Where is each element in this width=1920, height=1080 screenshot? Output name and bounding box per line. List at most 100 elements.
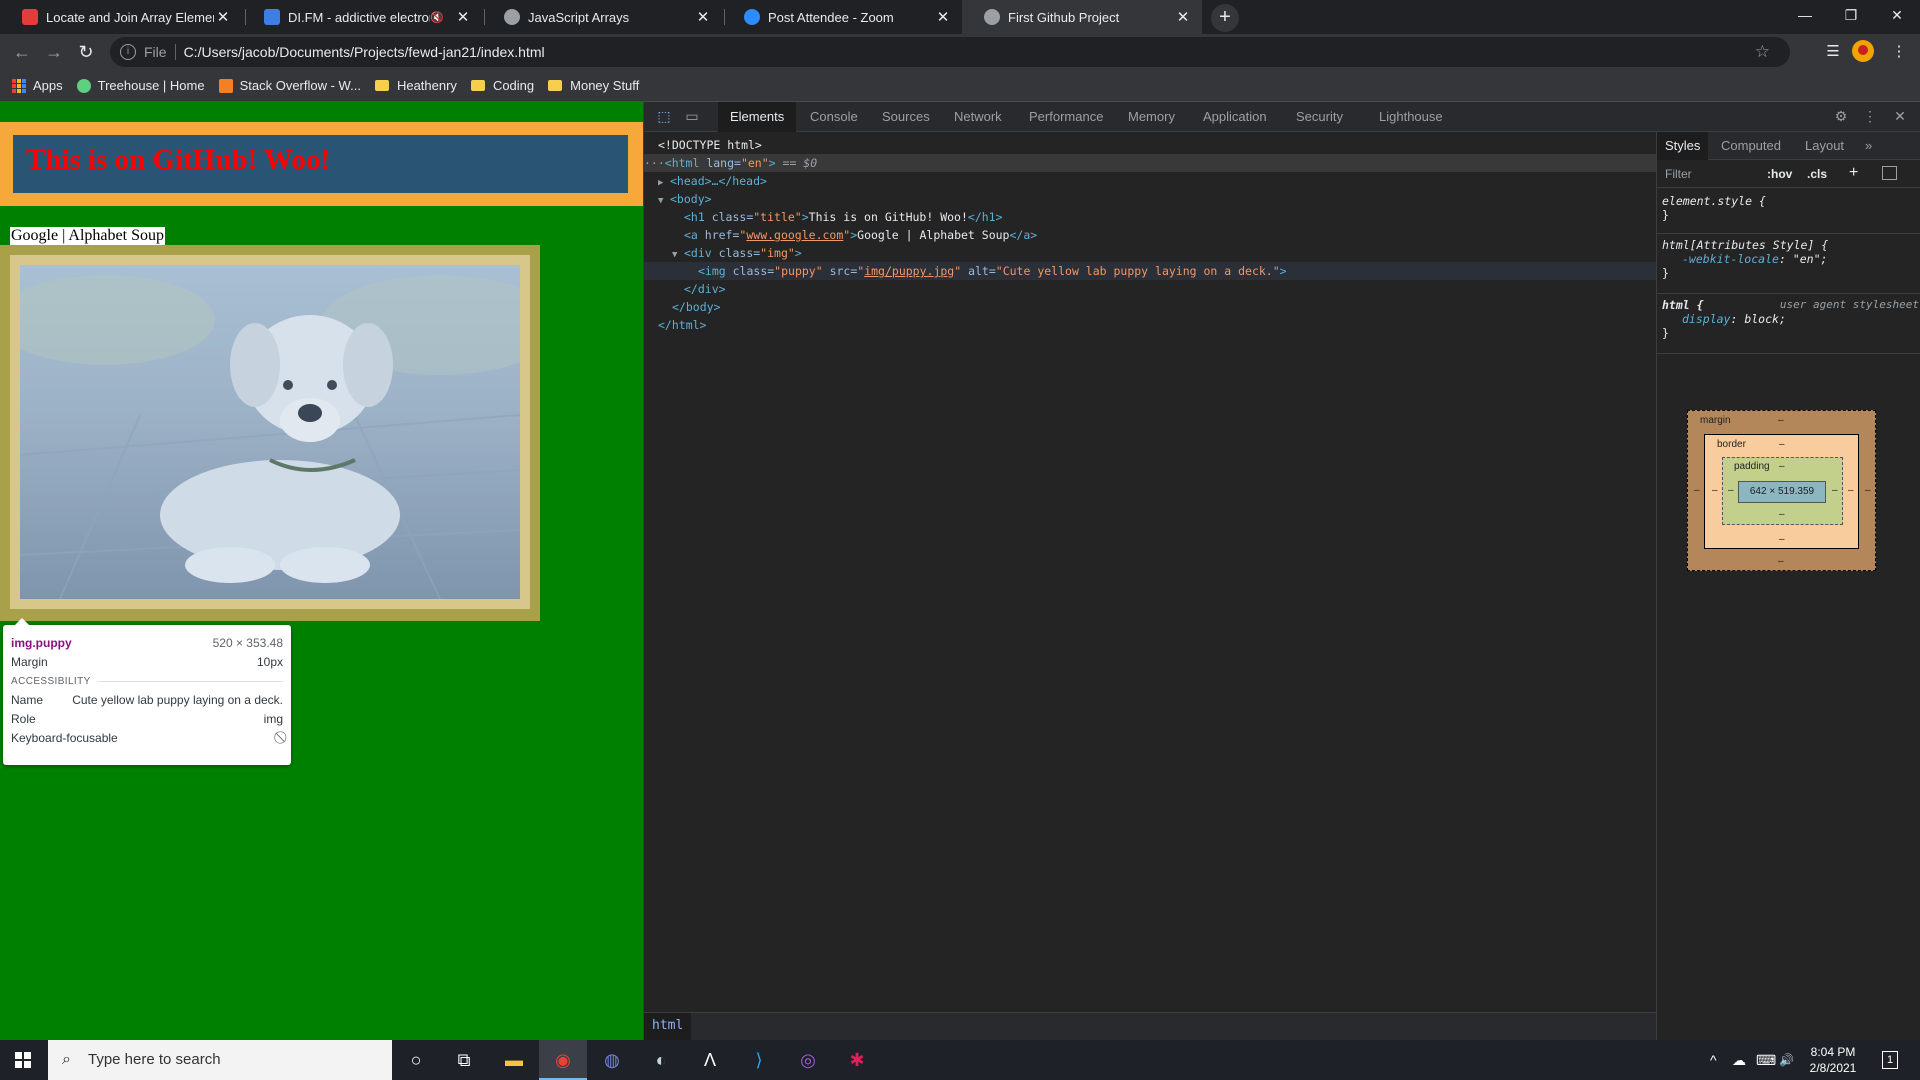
style-rule-element[interactable]: element.style { } [1657,190,1920,234]
cortana-icon[interactable]: ○ [392,1040,440,1080]
page-viewport: This is on GitHub! Woo! Google | Alphabe… [0,102,643,1040]
tab-styles[interactable]: Styles [1657,132,1709,160]
tab-close-icon[interactable]: ✕ [934,8,952,26]
tab-close-icon[interactable]: ✕ [694,8,712,26]
notifications-icon[interactable]: 1 [1882,1051,1899,1069]
app-a-icon[interactable]: Λ [686,1040,734,1080]
more-tabs-icon[interactable]: » [1865,132,1872,160]
tooltip-role-value: img [263,711,283,726]
profile-avatar[interactable] [1852,40,1874,62]
devtools-menu-icon[interactable]: ⋮ [1860,108,1880,126]
puppy-image[interactable] [20,265,520,599]
tab-elements[interactable]: Elements [718,102,797,132]
apps-grid-icon [12,78,26,93]
tab-difm[interactable]: DI.FM - addictive electronic 🔇 ✕ [242,0,482,34]
bookmark-apps[interactable]: Apps [12,78,63,93]
bookmarks-bar: Apps Treehouse | Home Stack Overflow - W… [0,70,1920,102]
tab-layout[interactable]: Layout [1805,132,1844,160]
network-icon[interactable]: ⌨ [1756,1040,1776,1080]
dom-node-div[interactable]: ▼ <div class="img"> [672,244,802,262]
dom-node-html-close[interactable]: </html> [658,316,706,334]
inspect-element-icon[interactable]: ⬚ [654,108,674,126]
tab-locate-join-array[interactable]: Locate and Join Array Elements | ✕ [0,0,242,34]
forward-button[interactable]: → [40,38,68,66]
bookmark-folder-money-stuff[interactable]: Money Stuff [548,78,639,93]
slack-icon[interactable]: ✱ [833,1040,881,1080]
tab-console[interactable]: Console [810,102,858,132]
dom-node-h1[interactable]: <h1 class="title">This is on GitHub! Woo… [684,208,1003,226]
dom-node-img[interactable]: <img class="puppy" src="img/puppy.jpg" a… [644,262,1656,280]
tab-sources[interactable]: Sources [882,102,930,132]
tab-application[interactable]: Application [1203,102,1267,132]
tab-performance[interactable]: Performance [1029,102,1103,132]
dom-node-body[interactable]: ▼ <body> [658,190,712,208]
close-devtools-icon[interactable]: ✕ [1890,108,1910,126]
tab-network[interactable]: Network [954,102,1002,132]
settings-gear-icon[interactable]: ⚙ [1831,108,1851,126]
tab-computed[interactable]: Computed [1721,132,1781,160]
rule-source: user agent stylesheet [1779,298,1919,311]
tab-memory[interactable]: Memory [1128,102,1175,132]
device-toolbar-icon[interactable]: ▭ [682,108,702,126]
task-view-icon[interactable]: ⧉ [440,1040,488,1080]
tab-security[interactable]: Security [1296,102,1343,132]
bookmark-stack-overflow[interactable]: Stack Overflow - W... [218,78,361,93]
bookmark-folder-coding[interactable]: Coding [470,78,534,93]
tooltip-margin-label: Margin [11,654,48,669]
file-explorer-icon[interactable]: ▬ [490,1040,538,1080]
chrome-icon[interactable]: ◉ [539,1040,587,1080]
hov-toggle[interactable]: :hov [1767,167,1792,181]
box-content-size[interactable]: 642 × 519.359 [1738,481,1826,503]
url-text[interactable]: C:/Users/jacob/Documents/Projects/fewd-j… [184,44,545,60]
style-rule-attributes[interactable]: html[Attributes Style] { -webkit-locale:… [1657,234,1920,294]
filter-input[interactable]: Filter [1665,167,1692,181]
cls-toggle[interactable]: .cls [1807,167,1827,181]
tab-javascript-arrays[interactable]: JavaScript Arrays ✕ [482,0,722,34]
minimize-button[interactable]: — [1782,0,1828,30]
google-link[interactable]: Google | Alphabet Soup [10,227,165,245]
toggle-sidebar-icon[interactable] [1882,166,1897,180]
tab-close-icon[interactable]: ✕ [1174,8,1192,26]
discord-icon[interactable]: ◍ [588,1040,636,1080]
devtools-panel: ⬚ ▭ Elements Console Sources Network Per… [643,102,1920,1041]
dom-node-a[interactable]: <a href="www.google.com">Google | Alphab… [684,226,1037,244]
purple-app-icon[interactable]: ◎ [784,1040,832,1080]
tab-first-github-project[interactable]: First Github Project ✕ [962,0,1202,34]
tab-zoom[interactable]: Post Attendee - Zoom ✕ [722,0,962,34]
taskbar-search-box[interactable]: ⌕ Type here to search [48,1040,392,1080]
start-button[interactable] [0,1040,48,1080]
globe-icon [984,9,1000,25]
tooltip-size: 520 × 353.48 [212,635,283,650]
reading-list-icon[interactable]: ☰ [1820,39,1846,65]
styles-pane: Styles Computed Layout » Filter :hov .cl… [1656,132,1920,1040]
restore-button[interactable]: ❐ [1828,0,1874,30]
address-bar[interactable]: i File C:/Users/jacob/Documents/Projects… [110,37,1790,67]
new-tab-button[interactable]: + [1211,4,1239,32]
steam-icon[interactable]: ◐ [637,1040,685,1080]
onedrive-cloud-icon[interactable]: ☁ [1732,1040,1746,1080]
new-rule-icon[interactable]: + [1849,164,1858,182]
back-button[interactable]: ← [8,38,36,66]
dom-node-doctype[interactable]: <!DOCTYPE html> [658,136,762,154]
site-info-icon[interactable]: i [120,44,136,60]
dom-node-body-close[interactable]: </body> [672,298,720,316]
volume-icon[interactable]: 🔊 [1779,1040,1794,1080]
chrome-menu-icon[interactable]: ⋮ [1886,39,1912,65]
dom-node-div-close[interactable]: </div> [684,280,726,298]
breadcrumb-html[interactable]: html [644,1013,692,1041]
dom-node-html[interactable]: ···<html lang="en"> == $0 [644,154,1656,172]
tab-lighthouse[interactable]: Lighthouse [1379,102,1443,132]
dom-node-head[interactable]: ▶ <head>…</head> [658,172,767,190]
taskbar-clock[interactable]: 8:04 PM 2/8/2021 [1798,1044,1868,1076]
muted-audio-icon[interactable]: 🔇 [430,11,444,24]
bookmark-folder-heathenry[interactable]: Heathenry [374,78,457,93]
bookmark-treehouse[interactable]: Treehouse | Home [76,78,205,93]
tab-close-icon[interactable]: ✕ [214,8,232,26]
bookmark-star-icon[interactable]: ☆ [1755,42,1770,62]
reload-button[interactable]: ↻ [72,38,100,66]
tray-chevron-icon[interactable]: ^ [1710,1040,1717,1080]
close-window-button[interactable]: ✕ [1874,0,1920,30]
tab-close-icon[interactable]: ✕ [454,8,472,26]
style-rule-html[interactable]: html { user agent stylesheet display: bl… [1657,294,1920,354]
vscode-icon[interactable]: ⟩ [735,1040,783,1080]
